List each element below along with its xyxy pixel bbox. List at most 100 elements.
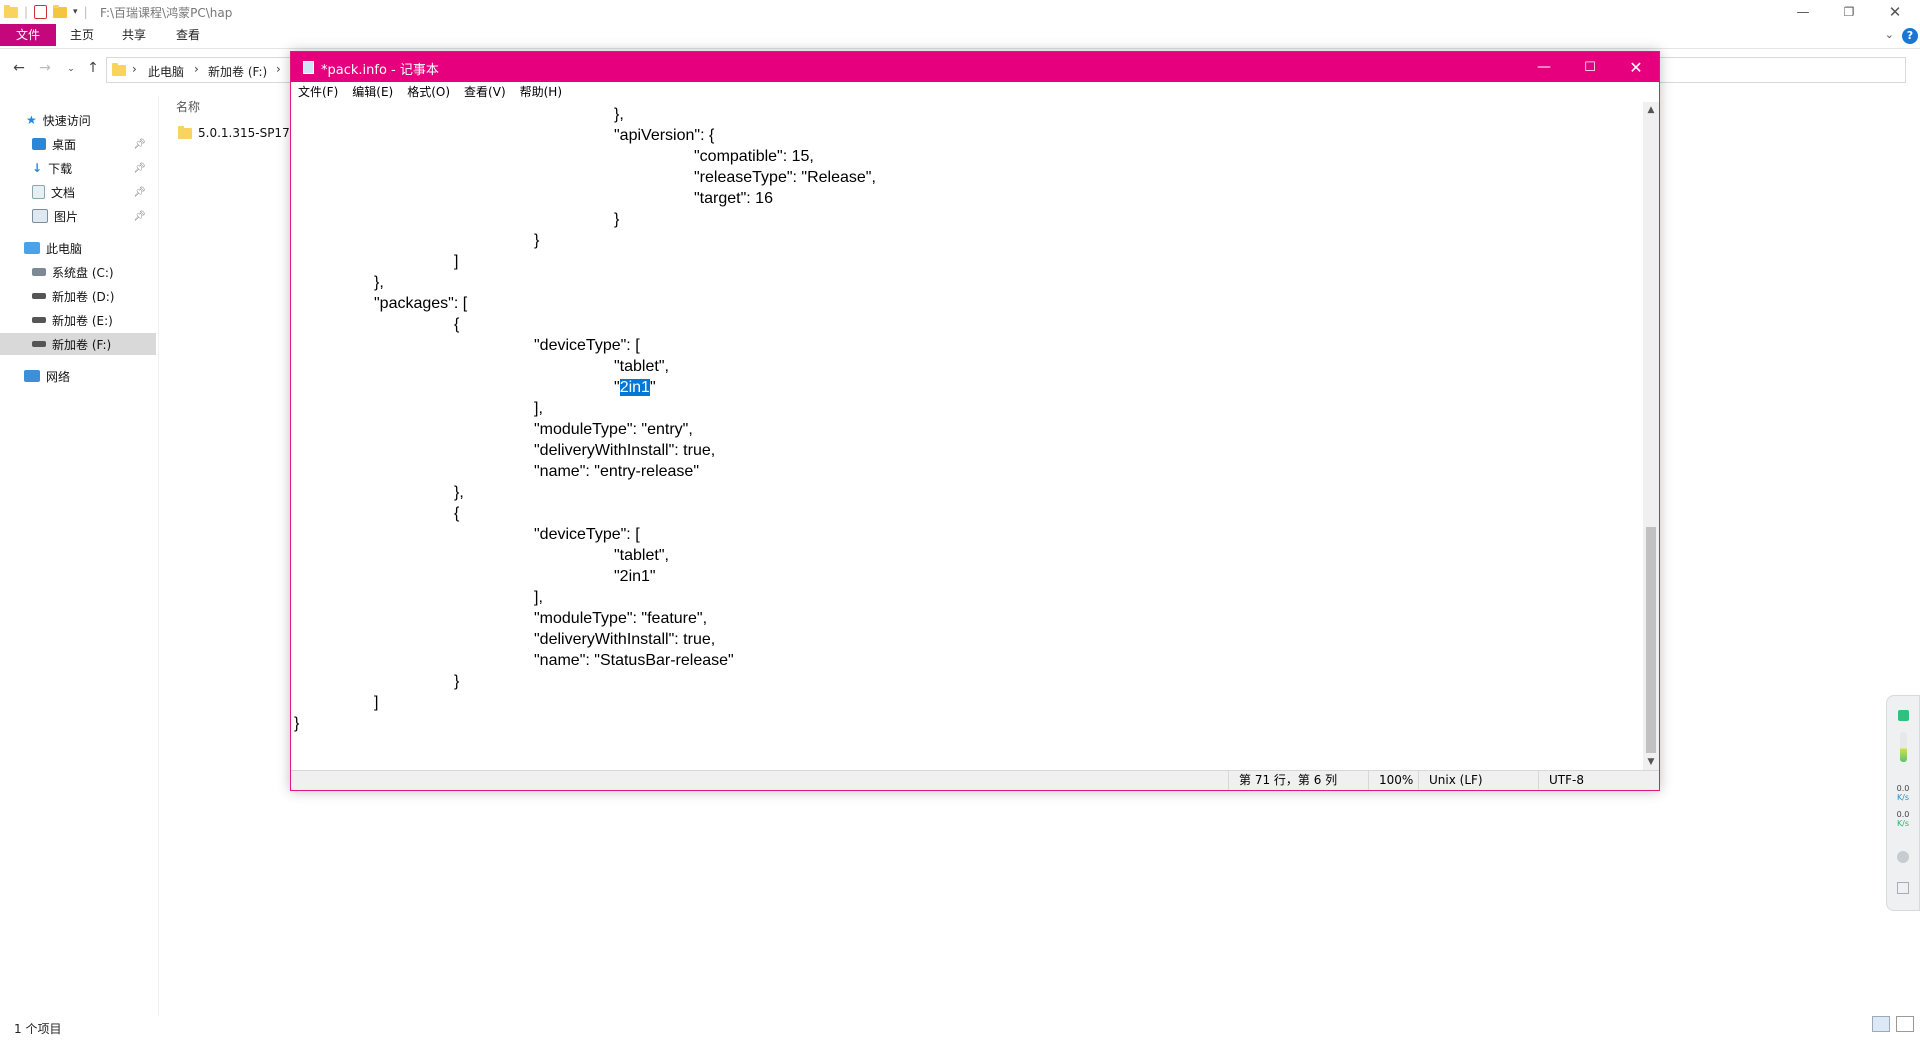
customize-qat-chevron-icon[interactable]: ▾ — [73, 7, 78, 17]
separator: | — [24, 5, 29, 19]
star-icon: ★ — [26, 113, 37, 127]
close-icon[interactable]: ✕ — [1872, 0, 1918, 24]
nav-network-label: 网络 — [46, 369, 71, 384]
file-name: 5.0.1.315-SP17 — [198, 126, 290, 140]
nav-documents[interactable]: 文档 📌︎ — [0, 181, 156, 203]
notepad-vertical-scrollbar[interactable]: ▲ ▼ — [1643, 102, 1659, 770]
forward-arrow-icon[interactable]: → — [36, 60, 54, 76]
tab-share[interactable]: 共享 — [108, 24, 160, 46]
separator: | — [83, 5, 88, 19]
cursor-position: 第 71 行，第 6 列 — [1228, 771, 1368, 790]
nav-network[interactable]: 网络 — [0, 365, 156, 387]
nav-downloads[interactable]: ↓ 下载 📌︎ — [0, 157, 156, 179]
nav-drive-e[interactable]: 新加卷 (E:) — [0, 309, 156, 331]
tab-file[interactable]: 文件 — [0, 24, 56, 46]
breadcrumb-chevron-icon[interactable]: › — [276, 62, 281, 76]
tool-icon[interactable] — [1897, 882, 1909, 894]
encoding: UTF-8 — [1538, 771, 1659, 790]
folder-icon — [178, 125, 192, 139]
text-before-selection: }, "apiVersion": { "compatible": 15, "re… — [374, 106, 876, 375]
restore-icon[interactable]: ❐ — [1826, 0, 1872, 24]
boost-icon[interactable] — [1897, 851, 1909, 863]
ribbon-expand-chevron-icon[interactable]: ⌄ — [1885, 28, 1894, 41]
nav-quick-access-label: 快速访问 — [42, 113, 91, 128]
menu-view[interactable]: 查看(V) — [457, 82, 513, 102]
pin-icon[interactable]: 📌︎ — [133, 139, 146, 150]
nav-drive-e-label: 新加卷 (E:) — [52, 313, 113, 328]
download-unit: K/s — [1896, 819, 1910, 828]
shield-check-icon — [1898, 710, 1909, 721]
notepad-statusbar: 第 71 行，第 6 列 100% Unix (LF) UTF-8 — [291, 770, 1659, 790]
help-icon[interactable]: ? — [1902, 28, 1918, 44]
breadcrumb-chevron-icon[interactable]: › — [194, 62, 199, 76]
scroll-down-arrow-icon[interactable]: ▼ — [1643, 754, 1659, 770]
scroll-up-arrow-icon[interactable]: ▲ — [1643, 102, 1659, 118]
nav-desktop-label: 桌面 — [52, 137, 77, 152]
menu-help[interactable]: 帮助(H) — [513, 82, 569, 102]
pictures-icon — [32, 209, 48, 223]
scrollbar-thumb[interactable] — [1646, 527, 1656, 753]
documents-icon — [32, 185, 45, 199]
column-header-name[interactable]: 名称 — [176, 98, 200, 115]
notepad-maximize-icon[interactable]: ☐ — [1567, 52, 1613, 82]
tab-view[interactable]: 查看 — [162, 24, 214, 46]
nav-documents-label: 文档 — [51, 185, 76, 200]
selected-line-suffix: " — [649, 379, 656, 396]
network-speed-widget[interactable]: 0.0 K/s 0.0 K/s — [1886, 695, 1920, 911]
system-drive-icon — [32, 268, 46, 276]
nav-pictures-label: 图片 — [54, 209, 79, 224]
nav-this-pc[interactable]: 此电脑 — [0, 237, 156, 259]
notepad-window: *pack.info - 记事本 — ☐ ✕ 文件(F) 编辑(E) 格式(O)… — [290, 51, 1660, 791]
nav-downloads-label: 下载 — [48, 161, 73, 176]
upload-speed: 0.0 — [1896, 784, 1910, 793]
drive-icon — [32, 293, 46, 299]
nav-drive-d[interactable]: 新加卷 (D:) — [0, 285, 156, 307]
memory-gauge-icon — [1900, 732, 1907, 762]
nav-drive-f[interactable]: 新加卷 (F:) — [0, 333, 156, 355]
pin-icon[interactable]: 📌︎ — [133, 211, 146, 222]
notepad-title: *pack.info - 记事本 — [321, 63, 439, 78]
network-icon — [24, 370, 40, 382]
notepad-close-icon[interactable]: ✕ — [1613, 52, 1659, 82]
drive-icon — [32, 317, 46, 323]
nav-pane-divider[interactable] — [158, 96, 159, 1016]
breadcrumb-drive-f[interactable]: 新加卷 (F:) — [208, 63, 267, 80]
new-folder-icon[interactable] — [53, 4, 68, 18]
download-speed: 0.0 — [1896, 810, 1910, 819]
breadcrumb-chevron-icon[interactable]: › — [132, 62, 137, 76]
properties-icon[interactable] — [34, 5, 48, 19]
computer-icon — [24, 242, 40, 254]
quick-access-toolbar: | ▾ | — [4, 3, 88, 21]
text-selection: 2in1 — [619, 379, 650, 396]
pin-icon[interactable]: 📌︎ — [133, 163, 146, 174]
back-arrow-icon[interactable]: ← — [10, 60, 28, 76]
nav-drive-d-label: 新加卷 (D:) — [52, 289, 115, 304]
file-list-item[interactable]: 5.0.1.315-SP17 — [178, 125, 290, 140]
recent-locations-chevron-icon[interactable]: ⌄ — [62, 64, 80, 74]
up-arrow-icon[interactable]: ↑ — [84, 60, 102, 76]
notepad-minimize-icon[interactable]: — — [1521, 52, 1567, 82]
menu-file[interactable]: 文件(F) — [291, 82, 345, 102]
menu-format[interactable]: 格式(O) — [400, 82, 457, 102]
menu-edit[interactable]: 编辑(E) — [345, 82, 400, 102]
minimize-icon[interactable]: — — [1780, 0, 1826, 24]
details-view-icon[interactable] — [1872, 1016, 1890, 1032]
nav-drive-f-label: 新加卷 (F:) — [52, 337, 112, 352]
nav-desktop[interactable]: 桌面 📌︎ — [0, 133, 156, 155]
tab-home[interactable]: 主页 — [56, 24, 108, 46]
breadcrumb-this-pc[interactable]: 此电脑 — [148, 63, 184, 80]
nav-drive-c[interactable]: 系统盘 (C:) — [0, 261, 156, 283]
address-folder-icon — [112, 63, 126, 76]
download-icon: ↓ — [32, 161, 43, 175]
nav-pictures[interactable]: 图片 📌︎ — [0, 205, 156, 227]
nav-this-pc-label: 此电脑 — [46, 241, 83, 256]
zoom-level: 100% — [1368, 771, 1418, 790]
nav-quick-access[interactable]: ★ 快速访问 — [0, 109, 156, 131]
selected-line-prefix: " — [294, 379, 620, 396]
notepad-icon — [303, 61, 314, 74]
pin-icon[interactable]: 📌︎ — [133, 187, 146, 198]
notepad-titlebar[interactable]: *pack.info - 记事本 — ☐ ✕ — [291, 52, 1659, 82]
text-after-selection: ], "moduleType": "entry", "deliveryWithI… — [294, 400, 734, 732]
notepad-text-area[interactable]: }, "apiVersion": { "compatible": 15, "re… — [291, 102, 1643, 770]
large-icons-view-icon[interactable] — [1896, 1016, 1914, 1032]
